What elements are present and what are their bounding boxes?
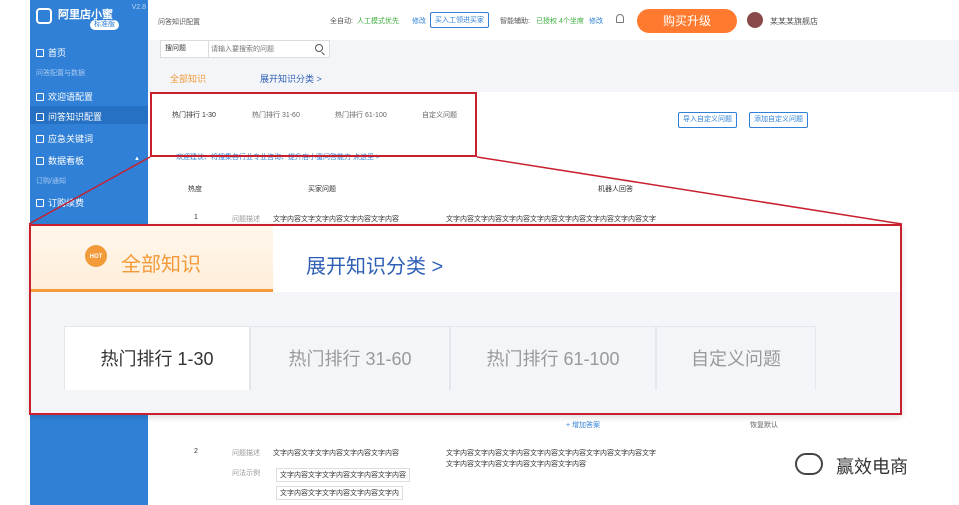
hot-fire-icon: HOT bbox=[85, 245, 107, 267]
subscription-icon bbox=[36, 198, 44, 207]
top-header: 问答知识配置 全自动: 人工模式优先 修改 买入工领进买家 智能辅助: 已授权 … bbox=[148, 0, 959, 40]
sidebar-group-order: 订购/通知 bbox=[36, 178, 66, 185]
search-bar: 搜问题 bbox=[160, 40, 330, 58]
sidebar-item-welcome[interactable]: 欢迎语配置 bbox=[36, 90, 93, 103]
add-answer-link[interactable]: + 增加答案 bbox=[566, 420, 600, 430]
row-1-rank: 1 bbox=[194, 214, 198, 221]
sidebar-item-home[interactable]: 首页 bbox=[36, 46, 66, 59]
row-2-answer-line-2: 文字内容文字内容文字内容文字内容文字内容 bbox=[446, 461, 586, 468]
zoom-category-expand[interactable]: 展开知识分类 > bbox=[306, 250, 443, 279]
assist-value: 已授权 4个坐席 bbox=[536, 18, 584, 25]
tab-hot-31-60[interactable]: 热门排行 31-60 bbox=[250, 326, 450, 390]
col-question: 买家问题 bbox=[308, 186, 336, 193]
search-input[interactable] bbox=[211, 42, 311, 56]
sidebar-item-emergency-keywords[interactable]: 应急关键词 bbox=[36, 132, 93, 145]
wechat-icon bbox=[795, 453, 823, 475]
keyword-icon bbox=[36, 134, 44, 143]
row-2-example-label: 问法示例 bbox=[232, 470, 260, 477]
row-2-question-label: 问题描述 bbox=[232, 450, 260, 457]
import-custom-button[interactable]: 导入自定义问题 bbox=[678, 112, 737, 128]
col-answer: 机器人回答 bbox=[598, 186, 633, 193]
home-icon bbox=[36, 48, 44, 57]
auto-mode-value: 人工模式优先 bbox=[357, 18, 399, 25]
modify-assist-link[interactable]: 修改 bbox=[589, 16, 603, 26]
row-1-answer: 文字内容文字内容文字内容文字内容文字内容文字内容文字内容文字 bbox=[446, 216, 656, 223]
sidebar-item-dashboard[interactable]: 数据看板 bbox=[36, 154, 84, 167]
search-icon[interactable] bbox=[315, 44, 323, 52]
highlight-box-small bbox=[150, 92, 477, 157]
zoom-category-bar: HOT 全部知识 展开知识分类 > bbox=[31, 226, 900, 292]
auto-label: 全自动: bbox=[330, 18, 353, 25]
row-2-rank: 2 bbox=[194, 448, 198, 455]
version-label: V2.8 bbox=[131, 4, 146, 11]
add-custom-button[interactable]: 添加自定义问题 bbox=[749, 112, 808, 128]
zoom-callout: HOT 全部知识 展开知识分类 > 热门排行 1-30 热门排行 31-60 热… bbox=[29, 224, 902, 415]
zoom-tab-bar: 热门排行 1-30 热门排行 31-60 热门排行 61-100 自定义问题 bbox=[31, 292, 900, 413]
col-heat: 热度 bbox=[188, 186, 202, 193]
avatar[interactable] bbox=[747, 12, 763, 28]
row-2-question: 文字内容文字文字内容文字内容文字内容 bbox=[273, 450, 399, 457]
modify-auto-link[interactable]: 修改 bbox=[412, 16, 426, 26]
row-2-answer: 文字内容文字内容文字内容文字内容文字内容文字内容文字内容文字 bbox=[446, 450, 656, 457]
tab-custom-questions[interactable]: 自定义问题 bbox=[656, 326, 816, 390]
bell-icon[interactable] bbox=[616, 14, 624, 23]
assist-label: 智能辅助: bbox=[500, 18, 530, 25]
qa-config-icon bbox=[36, 112, 44, 121]
restore-default-link[interactable]: 恢复默认 bbox=[750, 420, 778, 430]
store-name[interactable]: 某某某旗舰店 bbox=[770, 16, 818, 27]
page-title: 问答知识配置 bbox=[158, 19, 200, 26]
sidebar-item-qa-config[interactable]: 问答知识配置 bbox=[36, 110, 102, 123]
app-logo-icon bbox=[36, 8, 52, 24]
category-expand-small[interactable]: 展开知识分类 > bbox=[260, 72, 322, 85]
caret-up-icon: ▲ bbox=[134, 156, 140, 162]
sidebar-group-qa: 问答配置与数据 bbox=[36, 70, 85, 77]
edition-badge: 标准版 bbox=[90, 20, 119, 30]
zoom-category-all[interactable]: 全部知识 bbox=[121, 248, 201, 277]
category-all-small[interactable]: 全部知识 bbox=[170, 72, 206, 85]
buy-upgrade-button[interactable]: 购买升级 bbox=[637, 9, 737, 33]
row-1-question-label: 问题描述 bbox=[232, 216, 260, 223]
human-buyer-button[interactable]: 买入工领进买家 bbox=[430, 12, 489, 28]
tab-hot-1-30[interactable]: 热门排行 1-30 bbox=[64, 326, 250, 390]
search-type-select[interactable]: 搜问题 bbox=[161, 41, 209, 57]
watermark: 赢效电商 bbox=[836, 457, 908, 477]
tab-hot-61-100[interactable]: 热门排行 61-100 bbox=[450, 326, 656, 390]
sidebar-item-subscription[interactable]: 订购续费 bbox=[36, 196, 84, 209]
row-1-question: 文字内容文字文字内容文字内容文字内容 bbox=[273, 216, 399, 223]
welcome-icon bbox=[36, 92, 44, 101]
dashboard-icon bbox=[36, 156, 44, 165]
row-2-example-2[interactable]: 文字内容文字文字内容文字内容文字内 bbox=[276, 486, 403, 500]
row-2-example-1[interactable]: 文字内容文字文字内容文字内容文字内容 bbox=[276, 468, 410, 482]
